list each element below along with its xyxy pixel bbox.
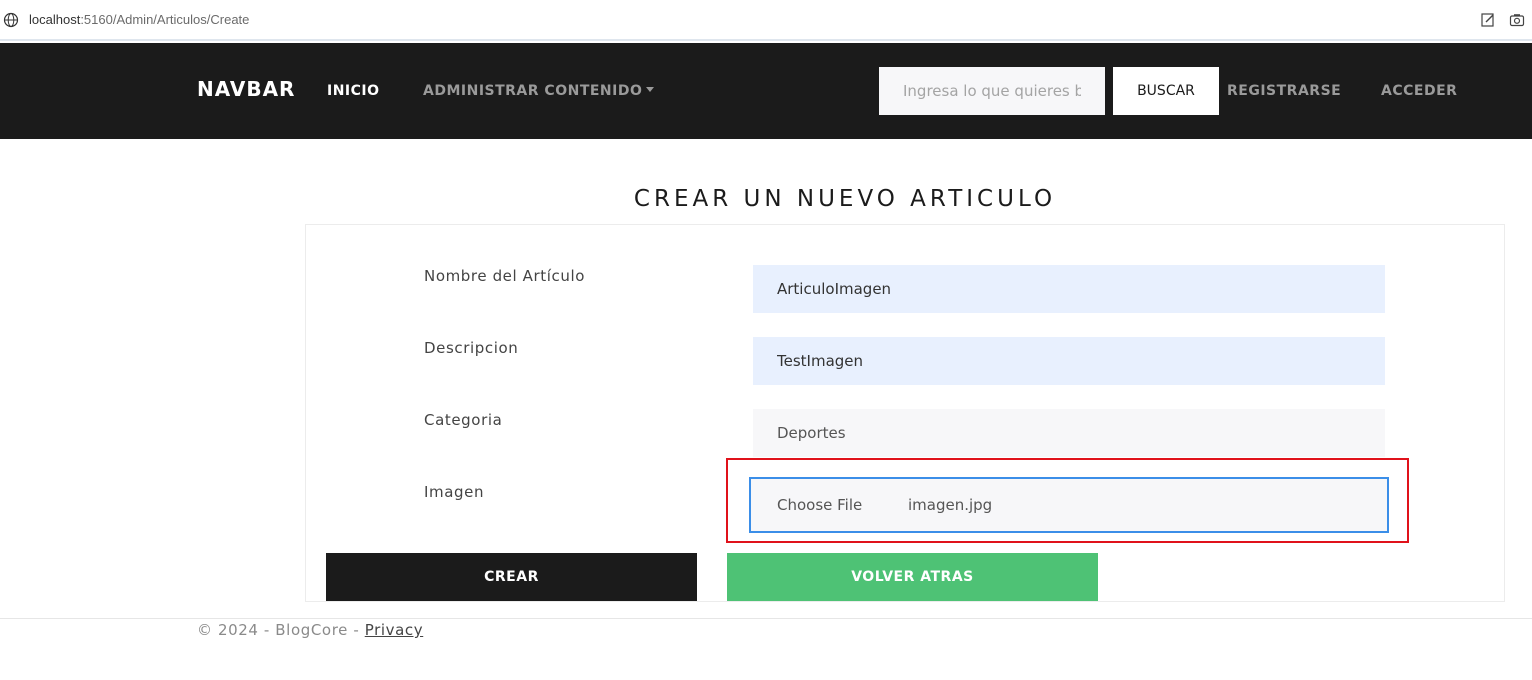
- globe-icon: [3, 12, 19, 28]
- nav-dropdown-administrar-contenido[interactable]: ADMINISTRAR CONTENIDO: [423, 83, 655, 99]
- descripcion-input[interactable]: [753, 337, 1385, 385]
- nav-dropdown-label: ADMINISTRAR CONTENIDO: [423, 83, 643, 99]
- page-title: CREAR UN NUEVO ARTICULO: [633, 186, 1057, 212]
- nav-link-acceder[interactable]: ACCEDER: [1381, 83, 1457, 99]
- url-text[interactable]: localhost:5160/Admin/Articulos/Create: [29, 12, 249, 27]
- footer: © 2024 - BlogCore - Privacy: [197, 621, 423, 639]
- nav-link-registrarse[interactable]: REGISTRARSE: [1227, 83, 1341, 99]
- choose-file-button[interactable]: Choose File: [777, 496, 862, 514]
- screenshot-icon[interactable]: [1509, 12, 1525, 28]
- volver-atras-button[interactable]: VOLVER ATRAS: [727, 553, 1098, 601]
- browser-address-bar: localhost:5160/Admin/Articulos/Create: [0, 0, 1532, 41]
- privacy-link[interactable]: Privacy: [365, 621, 424, 639]
- categoria-select[interactable]: [753, 409, 1385, 457]
- url-path: :5160/Admin/Articulos/Create: [80, 12, 250, 27]
- footer-copyright: © 2024 - BlogCore -: [197, 621, 365, 639]
- imagen-file-input[interactable]: Choose File imagen.jpg: [749, 477, 1389, 533]
- search-button[interactable]: BUSCAR: [1113, 67, 1219, 115]
- nombre-input[interactable]: [753, 265, 1385, 313]
- nav-link-inicio[interactable]: INICIO: [327, 83, 380, 99]
- caret-down-icon: [646, 86, 655, 92]
- nombre-label: Nombre del Artículo: [424, 267, 586, 285]
- search-input[interactable]: [879, 67, 1105, 115]
- footer-divider: [0, 618, 1532, 619]
- top-navbar: NAVBAR INICIO ADMINISTRAR CONTENIDO BUSC…: [0, 43, 1532, 139]
- navbar-brand[interactable]: NAVBAR: [197, 77, 295, 101]
- descripcion-label: Descripcion: [424, 339, 519, 357]
- edit-page-icon[interactable]: [1480, 12, 1496, 28]
- selected-file-name: imagen.jpg: [908, 496, 993, 514]
- categoria-label: Categoria: [424, 411, 503, 429]
- url-host: localhost: [29, 12, 81, 27]
- crear-button[interactable]: CREAR: [326, 553, 697, 601]
- imagen-label: Imagen: [424, 483, 485, 501]
